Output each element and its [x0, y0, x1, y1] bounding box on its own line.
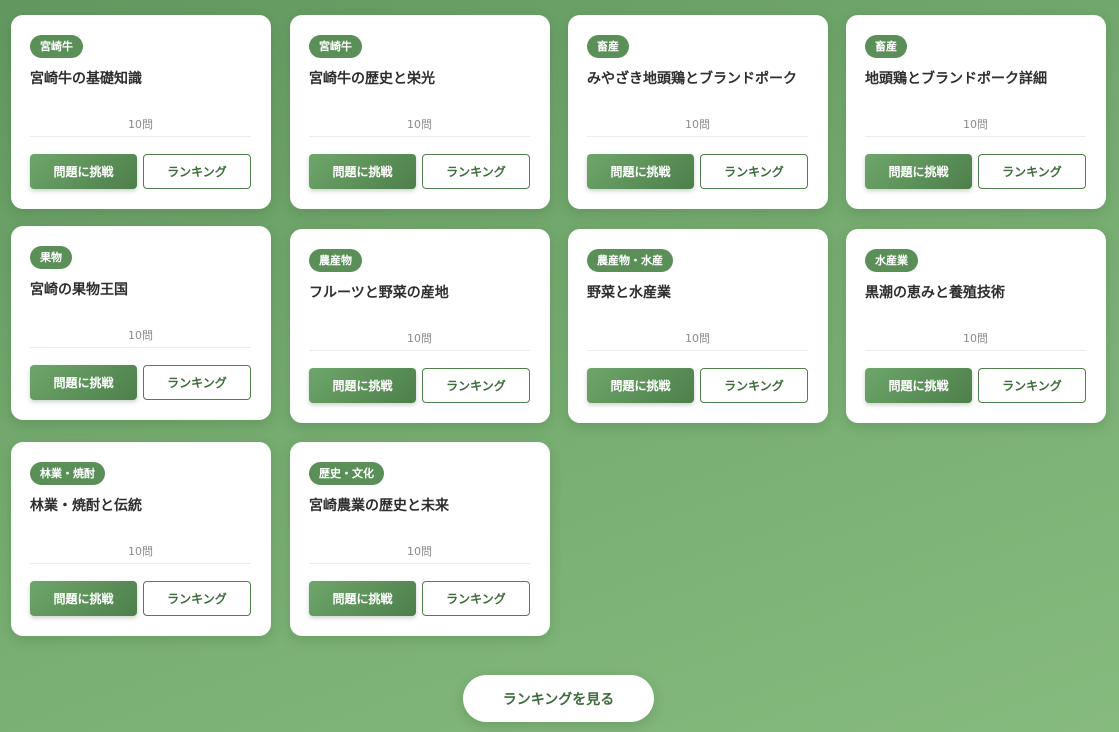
card-divider	[309, 136, 530, 137]
category-badge: 歴史・文化	[309, 462, 384, 485]
card-divider	[587, 136, 808, 137]
quiz-title: 宮崎牛の歴史と栄光	[309, 71, 435, 87]
quiz-title: 宮崎牛の基礎知識	[30, 71, 142, 87]
ranking-button[interactable]: ランキング	[143, 154, 251, 189]
quiz-title: 宮崎農業の歴史と未来	[309, 498, 449, 514]
challenge-button[interactable]: 問題に挑戦	[30, 154, 137, 189]
question-count: 10問	[407, 545, 432, 558]
challenge-button[interactable]: 問題に挑戦	[309, 368, 416, 403]
quiz-title: 黒潮の恵みと養殖技術	[865, 285, 1005, 301]
ranking-button[interactable]: ランキング	[422, 154, 530, 189]
question-count: 10問	[685, 118, 710, 131]
quiz-card: 宮崎牛 宮崎牛の基礎知識 10問 問題に挑戦 ランキング	[11, 15, 271, 209]
challenge-button[interactable]: 問題に挑戦	[30, 365, 137, 400]
card-divider	[309, 350, 530, 351]
category-badge: 畜産	[865, 35, 907, 58]
card-divider	[865, 136, 1086, 137]
question-count: 10問	[963, 332, 988, 345]
quiz-card: 果物 宮崎の果物王国 10問 問題に挑戦 ランキング	[11, 226, 271, 420]
quiz-title: 宮崎の果物王国	[30, 282, 128, 298]
category-badge: 農産物・水産	[587, 249, 673, 272]
challenge-button[interactable]: 問題に挑戦	[865, 368, 972, 403]
quiz-title: 林業・焼酎と伝統	[30, 498, 142, 514]
quiz-title: 野菜と水産業	[587, 285, 671, 301]
category-badge: 畜産	[587, 35, 629, 58]
ranking-button[interactable]: ランキング	[422, 581, 530, 616]
challenge-button[interactable]: 問題に挑戦	[587, 368, 694, 403]
ranking-button[interactable]: ランキング	[422, 368, 530, 403]
quiz-card: 畜産 みやざき地頭鶏とブランドポーク 10問 問題に挑戦 ランキング	[568, 15, 828, 209]
quiz-title: 地頭鶏とブランドポーク詳細	[865, 71, 1047, 87]
see-ranking-button[interactable]: ランキングを見る	[463, 675, 654, 722]
challenge-button[interactable]: 問題に挑戦	[865, 154, 972, 189]
category-badge: 宮崎牛	[30, 35, 83, 58]
quiz-card: 農産物・水産 野菜と水産業 10問 問題に挑戦 ランキング	[568, 229, 828, 423]
quiz-title: フルーツと野菜の産地	[309, 285, 449, 301]
quiz-card: 農産物 フルーツと野菜の産地 10問 問題に挑戦 ランキング	[290, 229, 550, 423]
category-badge: 宮崎牛	[309, 35, 362, 58]
ranking-button[interactable]: ランキング	[700, 154, 808, 189]
ranking-button[interactable]: ランキング	[143, 365, 251, 400]
card-divider	[865, 350, 1086, 351]
card-divider	[309, 563, 530, 564]
ranking-button[interactable]: ランキング	[978, 368, 1086, 403]
question-count: 10問	[963, 118, 988, 131]
ranking-button[interactable]: ランキング	[700, 368, 808, 403]
category-badge: 農産物	[309, 249, 362, 272]
question-count: 10問	[128, 118, 153, 131]
quiz-card: 歴史・文化 宮崎農業の歴史と未来 10問 問題に挑戦 ランキング	[290, 442, 550, 636]
question-count: 10問	[128, 545, 153, 558]
challenge-button[interactable]: 問題に挑戦	[309, 154, 416, 189]
question-count: 10問	[685, 332, 710, 345]
card-divider	[30, 136, 251, 137]
challenge-button[interactable]: 問題に挑戦	[30, 581, 137, 616]
ranking-button[interactable]: ランキング	[978, 154, 1086, 189]
challenge-button[interactable]: 問題に挑戦	[587, 154, 694, 189]
card-divider	[30, 563, 251, 564]
category-badge: 果物	[30, 246, 72, 269]
quiz-card: 宮崎牛 宮崎牛の歴史と栄光 10問 問題に挑戦 ランキング	[290, 15, 550, 209]
card-divider	[30, 347, 251, 348]
question-count: 10問	[407, 118, 432, 131]
ranking-button[interactable]: ランキング	[143, 581, 251, 616]
quiz-card: 水産業 黒潮の恵みと養殖技術 10問 問題に挑戦 ランキング	[846, 229, 1106, 423]
question-count: 10問	[128, 329, 153, 342]
challenge-button[interactable]: 問題に挑戦	[309, 581, 416, 616]
category-badge: 水産業	[865, 249, 918, 272]
quiz-card: 林業・焼酎 林業・焼酎と伝統 10問 問題に挑戦 ランキング	[11, 442, 271, 636]
question-count: 10問	[407, 332, 432, 345]
quiz-card: 畜産 地頭鶏とブランドポーク詳細 10問 問題に挑戦 ランキング	[846, 15, 1106, 209]
category-badge: 林業・焼酎	[30, 462, 105, 485]
quiz-title: みやざき地頭鶏とブランドポーク	[587, 71, 797, 87]
card-divider	[587, 350, 808, 351]
